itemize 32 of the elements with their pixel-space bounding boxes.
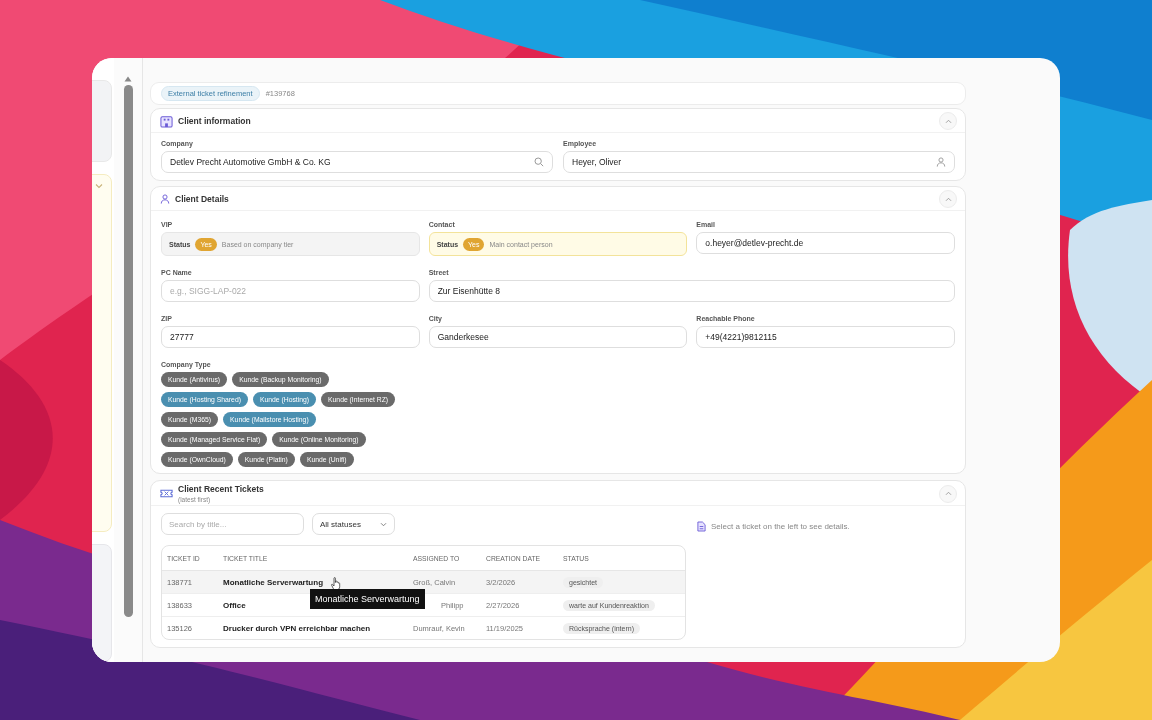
input-field[interactable]: 27777 xyxy=(161,326,420,348)
section-title: Client Recent Tickets xyxy=(178,484,265,494)
hand-cursor-icon xyxy=(331,577,341,590)
building-icon xyxy=(160,114,173,128)
section-title: Client Details xyxy=(175,194,230,204)
section-title: Client information xyxy=(178,116,252,126)
chevron-down-icon xyxy=(95,182,103,189)
chevron-down-icon xyxy=(380,521,387,527)
search-icon xyxy=(534,157,544,167)
chevron-up-icon xyxy=(944,491,952,496)
scroll-up-icon xyxy=(124,76,132,82)
collapse-button[interactable] xyxy=(939,484,957,503)
employee-field[interactable]: Heyer, Oliver xyxy=(563,151,955,173)
company-field[interactable]: Detlev Precht Automotive GmbH & Co. KG xyxy=(161,151,553,173)
empty-hint: Select a ticket on the left to see details. xyxy=(711,522,850,531)
scrollbar-thumb[interactable] xyxy=(123,85,133,617)
input-field[interactable]: o.heyer@detlev-precht.de xyxy=(696,232,955,254)
input-field[interactable]: Ganderkesee xyxy=(428,326,688,348)
person-icon xyxy=(936,157,946,167)
ticket-icon xyxy=(160,487,173,500)
tooltip: Monatliche Serverwartung xyxy=(310,589,425,609)
person-icon xyxy=(160,194,170,204)
chevron-up-icon xyxy=(944,118,952,124)
document-icon xyxy=(697,521,706,532)
search-field[interactable]: Search by title... xyxy=(161,513,304,535)
input-field[interactable]: +49(4221)9812115 xyxy=(696,326,955,348)
collapse-button[interactable] xyxy=(939,190,957,208)
status-dropdown[interactable]: All statuses xyxy=(312,513,395,535)
collapse-button[interactable] xyxy=(939,112,957,130)
chevron-up-icon xyxy=(944,196,952,202)
ticket-title: Drucker durch VPN erreichbar machen xyxy=(222,622,372,635)
input-field[interactable]: Zur Eisenhütte 8 xyxy=(428,280,955,302)
